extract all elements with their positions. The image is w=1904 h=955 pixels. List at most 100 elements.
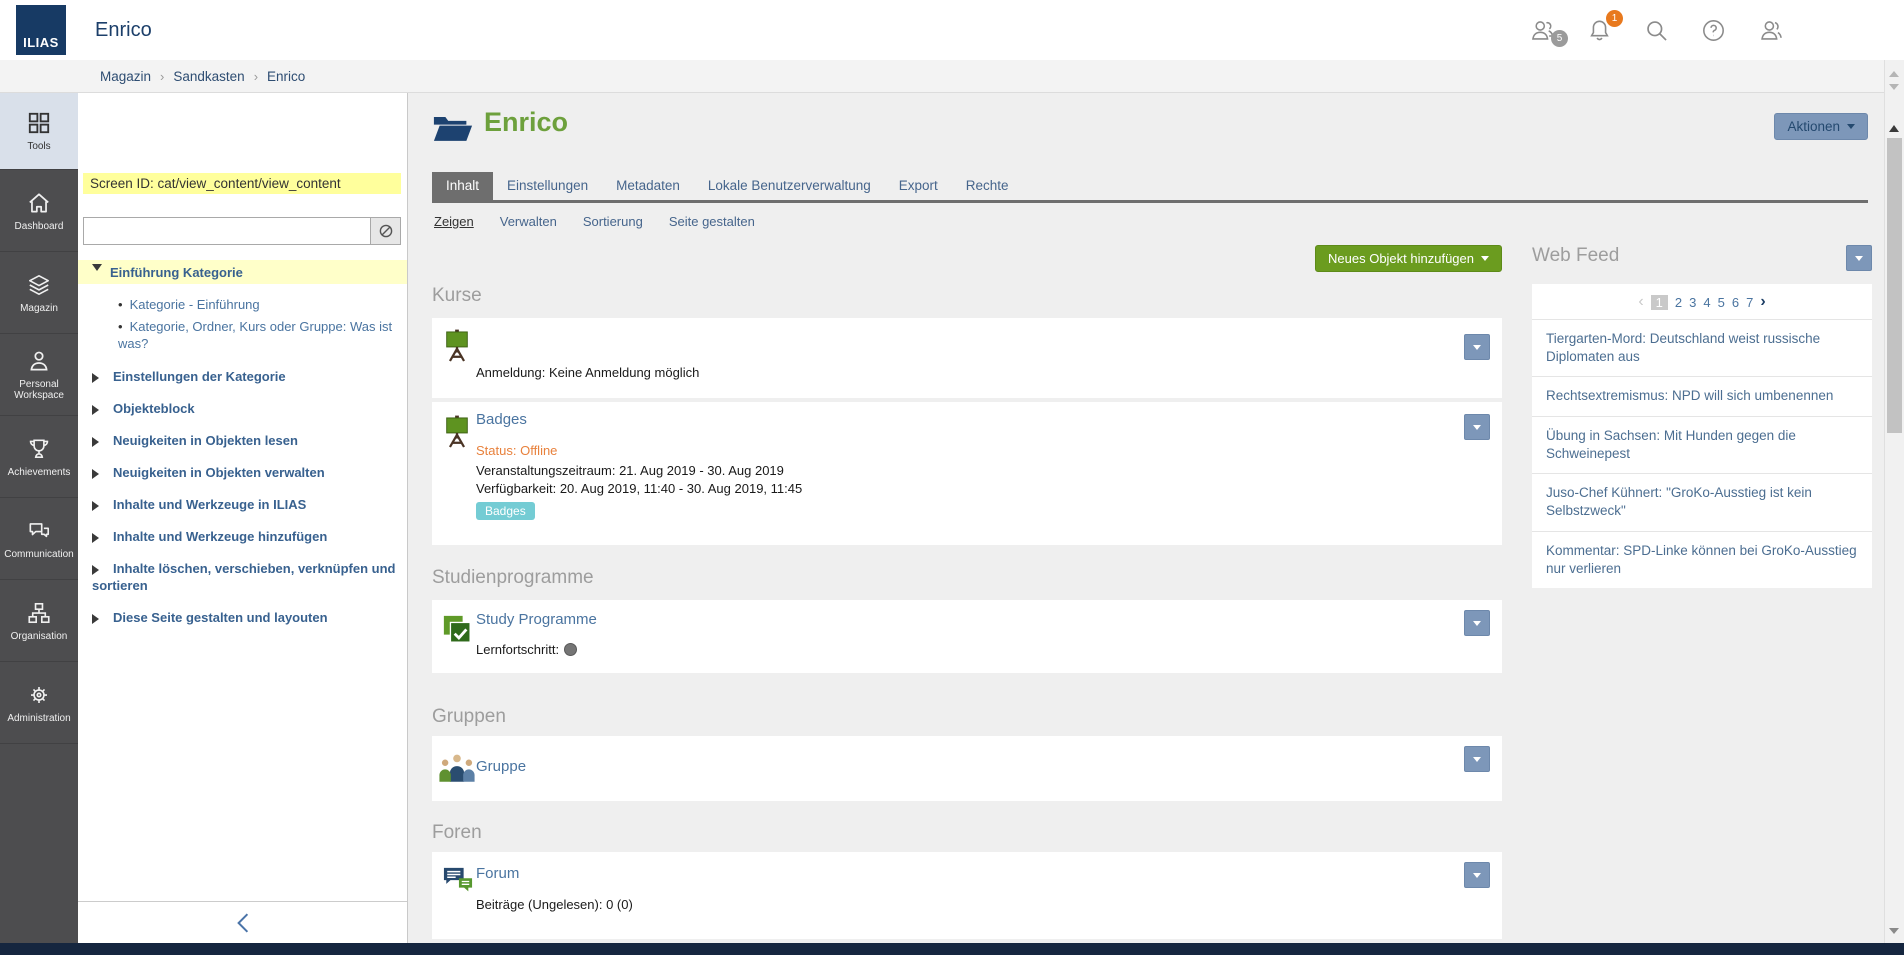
notification-count-badge: 1 [1606,10,1623,27]
scroll-down-icon[interactable] [1889,928,1899,939]
badges-tag: Badges [476,502,535,520]
breadcrumb: Magazin › Sandkasten › Enrico [0,60,1884,93]
pagination-page-2[interactable]: 2 [1675,295,1682,310]
tree-section-collapsed[interactable]: Einstellungen der Kategorie [78,368,407,385]
collapse-panel-button[interactable] [78,901,407,943]
tree-section-collapsed[interactable]: Neuigkeiten in Objekten lesen [78,432,407,449]
tab-inhalt[interactable]: Inhalt [432,172,493,200]
pagination-page-7[interactable]: 7 [1746,295,1753,310]
screen-id-label: Screen ID: cat/view_content/view_content [83,173,401,194]
status-offline-label: Status: Offline [476,443,557,458]
scroll-down-icon[interactable] [1889,84,1899,95]
rail-item-organisation[interactable]: Organisation [0,580,78,662]
chevron-right-icon [92,373,104,383]
chevron-right-icon [92,437,104,447]
actions-button[interactable]: Aktionen [1774,113,1868,140]
feed-item-link[interactable]: Juso-Chef Kühnert: "GroKo-Ausstieg ist k… [1546,485,1812,518]
user-menu-button[interactable] [1757,17,1784,44]
pagination-page-1[interactable]: 1 [1651,295,1668,310]
breadcrumb-link-magazin[interactable]: Magazin [100,69,151,84]
rail-item-communication[interactable]: Communication [0,498,78,580]
scrollbar-thumb[interactable] [1887,138,1902,433]
chat-bubbles-icon [26,518,52,544]
object-title-link[interactable]: Study Programme [476,611,597,628]
help-icon [1700,17,1727,44]
notifications-button[interactable]: 1 [1586,17,1613,44]
tree-section-collapsed[interactable]: Objekteblock [78,400,407,417]
help-topic-link[interactable]: Kategorie, Ordner, Kurs oder Gruppe: Was… [118,319,392,351]
caret-down-icon [1473,425,1481,434]
filter-clear-button[interactable] [370,218,400,244]
scroll-up-icon[interactable] [1889,66,1899,77]
object-actions-dropdown[interactable] [1464,746,1490,772]
tab-einstellungen[interactable]: Einstellungen [493,172,602,200]
help-filter-input[interactable] [84,218,370,244]
pagination-prev-icon: ‹ [1638,293,1643,311]
add-object-button[interactable]: Neues Objekt hinzufügen [1315,245,1502,272]
group-icon [438,753,476,782]
tree-section-collapsed[interactable]: Inhalte und Werkzeuge in ILIAS [78,496,407,513]
breadcrumb-link-sandkasten[interactable]: Sandkasten [173,69,244,84]
caret-down-icon [1481,256,1489,265]
pagination-page-6[interactable]: 6 [1732,295,1739,310]
tab-lokale-benutzerverwaltung[interactable]: Lokale Benutzerverwaltung [694,172,885,200]
rail-item-achievements[interactable]: Achievements [0,416,78,498]
course-icon [442,328,472,364]
subtab-verwalten[interactable]: Verwalten [500,214,557,229]
object-title-link[interactable]: Gruppe [476,758,526,775]
top-bar: ILIAS Enrico 5 [0,0,1904,60]
tree-section-collapsed[interactable]: Inhalte löschen, verschieben, verknüpfen… [78,560,407,594]
rail-item-personal-workspace[interactable]: Personal Workspace [0,334,78,416]
scroll-up-icon[interactable] [1889,120,1899,132]
breadcrumb-link-enrico[interactable]: Enrico [267,69,305,84]
section-title-gruppen: Gruppen [432,706,506,728]
subtab-sortierung[interactable]: Sortierung [583,214,643,229]
subtab-seite-gestalten[interactable]: Seite gestalten [669,214,755,229]
who-is-online-button[interactable]: 5 [1529,17,1556,44]
tree-section-expanded[interactable]: Einführung Kategorie [78,260,407,284]
help-button[interactable] [1700,17,1727,44]
subtab-zeigen[interactable]: Zeigen [434,214,474,229]
tree-section-collapsed[interactable]: Diese Seite gestalten und layouten [78,609,407,626]
pagination-page-4[interactable]: 4 [1703,295,1710,310]
web-feed-dropdown[interactable] [1846,245,1872,271]
search-icon [1643,17,1670,44]
feed-item-link[interactable]: Kommentar: SPD-Linke können bei GroKo-Au… [1546,543,1857,576]
rail-item-magazin[interactable]: Magazin [0,252,78,334]
rail-item-administration[interactable]: Administration [0,662,78,744]
rail-item-tools[interactable]: Tools [0,93,78,170]
tab-bar: Inhalt Einstellungen Metadaten Lokale Be… [432,172,1868,203]
feed-item-link[interactable]: Tiergarten-Mord: Deutschland weist russi… [1546,331,1820,364]
object-actions-dropdown[interactable] [1464,334,1490,360]
help-topic-link[interactable]: Kategorie - Einführung [130,297,260,312]
page-scrollbar[interactable] [1884,60,1904,943]
section-title-studienprogramme: Studienprogramme [432,567,594,589]
chevron-right-icon [92,533,104,543]
pagination-page-5[interactable]: 5 [1718,295,1725,310]
object-actions-dropdown[interactable] [1464,414,1490,440]
web-feed-header: Web Feed [1532,245,1872,277]
study-programme-icon [442,614,472,644]
help-panel: Screen ID: cat/view_content/view_content… [78,93,408,943]
search-button[interactable] [1643,17,1670,44]
object-title-link[interactable]: Badges [476,411,527,428]
page-title: Enrico [484,107,568,138]
feed-item-link[interactable]: Übung in Sachsen: Mit Hunden gegen die S… [1546,428,1796,461]
list-item: Kategorie - Einführung [118,296,397,313]
ilias-logo[interactable]: ILIAS [16,5,66,55]
object-actions-dropdown[interactable] [1464,862,1490,888]
tree-section-collapsed[interactable]: Neuigkeiten in Objekten verwalten [78,464,407,481]
pagination-next-icon[interactable]: › [1760,293,1765,311]
feed-item-link[interactable]: Rechtsextremismus: NPD will sich umbenen… [1546,388,1833,403]
rail-item-dashboard[interactable]: Dashboard [0,170,78,252]
tab-rechte[interactable]: Rechte [952,172,1023,200]
tree-section-collapsed[interactable]: Inhalte und Werkzeuge hinzufügen [78,528,407,545]
pagination-page-3[interactable]: 3 [1689,295,1696,310]
chevron-right-icon [92,614,104,624]
page-header-title: Enrico [95,0,152,60]
tab-metadaten[interactable]: Metadaten [602,172,694,200]
object-actions-dropdown[interactable] [1464,610,1490,636]
caret-down-icon [1473,345,1481,354]
tab-export[interactable]: Export [885,172,952,200]
object-title-link[interactable]: Forum [476,865,519,882]
